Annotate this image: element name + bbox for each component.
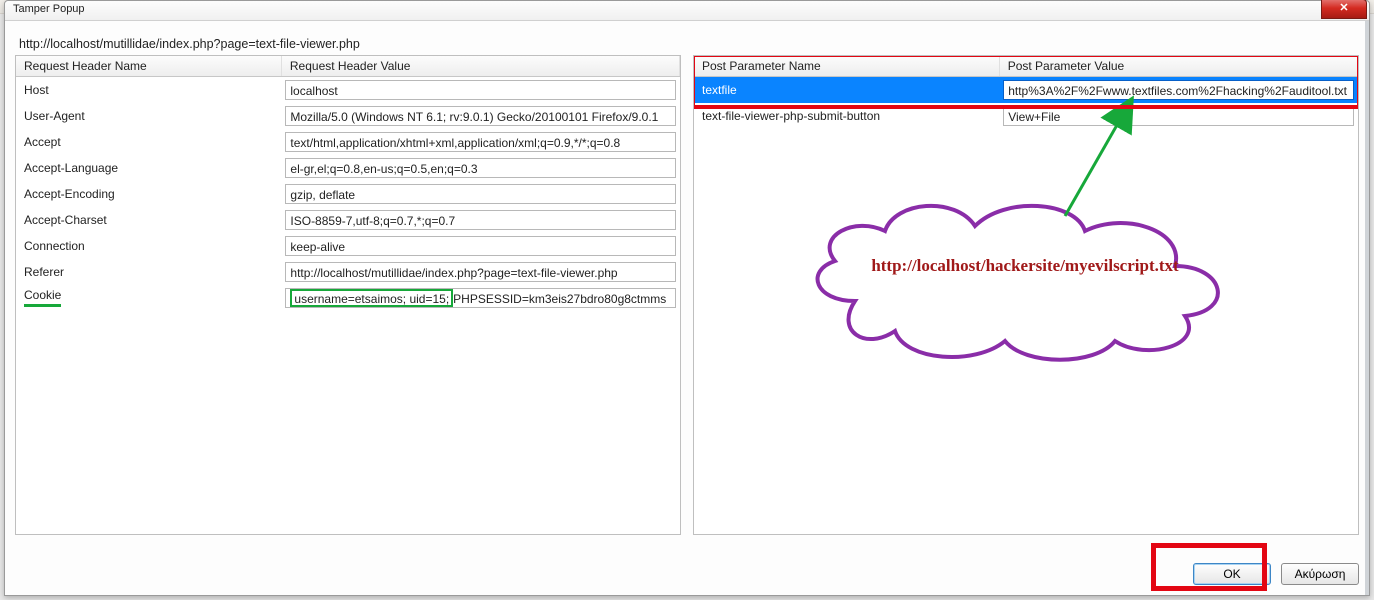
request-url: http://localhost/mutillidae/index.php?pa… — [19, 37, 1359, 51]
header-value-input[interactable]: keep-alive — [285, 236, 675, 256]
table-row[interactable]: Accepttext/html,application/xhtml+xml,ap… — [16, 129, 680, 155]
header-value-input[interactable]: http://localhost/mutillidae/index.php?pa… — [285, 262, 675, 282]
tables-columns: Request Header Name Request Header Value… — [15, 55, 1359, 535]
header-name: Accept-Encoding — [16, 181, 281, 207]
header-name: User-Agent — [16, 103, 281, 129]
post-value-input[interactable]: http%3A%2F%2Fwww.textfiles.com%2Fhacking… — [1003, 80, 1353, 100]
table-row[interactable]: User-AgentMozilla/5.0 (Windows NT 6.1; r… — [16, 103, 680, 129]
cookie-rest-segment: PHPSESSID=km3eis27bdro80g8ctmms — [453, 291, 666, 305]
header-value-input[interactable]: gzip, deflate — [285, 184, 675, 204]
post-value-column[interactable]: Post Parameter Value — [999, 56, 1357, 77]
header-name: Accept — [16, 129, 281, 155]
header-name: Accept-Language — [16, 155, 281, 181]
dialog-button-row: OK Ακύρωση — [1193, 563, 1359, 585]
header-value-input[interactable]: localhost — [285, 80, 675, 100]
table-row[interactable]: Accept-Encodinggzip, deflate — [16, 181, 680, 207]
header-value-input[interactable]: Mozilla/5.0 (Windows NT 6.1; rv:9.0.1) G… — [285, 106, 675, 126]
table-row[interactable]: Hostlocalhost — [16, 77, 680, 103]
table-row[interactable]: Accept-Languageel-gr,el;q=0.8,en-us;q=0.… — [16, 155, 680, 181]
dialog-content: http://localhost/mutillidae/index.php?pa… — [15, 31, 1359, 585]
window-right-edge — [1365, 21, 1369, 595]
table-row[interactable]: text-file-viewer-php-submit-button View+… — [694, 103, 1358, 129]
request-headers-pane: Request Header Name Request Header Value… — [15, 55, 681, 535]
cancel-button[interactable]: Ακύρωση — [1281, 563, 1359, 585]
header-name: Accept-Charset — [16, 207, 281, 233]
header-name-column[interactable]: Request Header Name — [16, 56, 281, 77]
post-parameters-table: Post Parameter Name Post Parameter Value… — [694, 56, 1358, 129]
header-name-cookie: Cookie — [24, 288, 61, 307]
post-name: text-file-viewer-php-submit-button — [694, 103, 999, 129]
post-value-input[interactable]: View+File — [1003, 106, 1353, 126]
ok-button[interactable]: OK — [1193, 563, 1271, 585]
close-button[interactable]: ✕ — [1321, 0, 1367, 19]
header-value-input[interactable]: username=etsaimos; uid=15; PHPSESSID=km3… — [285, 288, 675, 308]
close-icon: ✕ — [1339, 2, 1348, 14]
header-value-input[interactable]: text/html,application/xhtml+xml,applicat… — [285, 132, 675, 152]
request-headers-table: Request Header Name Request Header Value… — [16, 56, 680, 311]
header-name: Connection — [16, 233, 281, 259]
post-name-column[interactable]: Post Parameter Name — [694, 56, 999, 77]
table-row[interactable]: Refererhttp://localhost/mutillidae/index… — [16, 259, 680, 285]
header-name: Host — [16, 77, 281, 103]
header-value-column[interactable]: Request Header Value — [281, 56, 679, 77]
tamper-popup-window: Tamper Popup ✕ http://localhost/mutillid… — [4, 0, 1370, 596]
table-row-selected[interactable]: textfile http%3A%2F%2Fwww.textfiles.com%… — [694, 77, 1358, 103]
window-title: Tamper Popup — [13, 3, 85, 15]
cookie-highlighted-segment: username=etsaimos; uid=15; — [290, 289, 453, 307]
header-name: Referer — [16, 259, 281, 285]
table-row[interactable]: Connectionkeep-alive — [16, 233, 680, 259]
header-value-input[interactable]: el-gr,el;q=0.8,en-us;q=0.5,en;q=0.3 — [285, 158, 675, 178]
header-value-input[interactable]: ISO-8859-7,utf-8;q=0.7,*;q=0.7 — [285, 210, 675, 230]
table-row[interactable]: Accept-CharsetISO-8859-7,utf-8;q=0.7,*;q… — [16, 207, 680, 233]
post-name: textfile — [694, 77, 999, 103]
post-parameters-pane: Post Parameter Name Post Parameter Value… — [693, 55, 1359, 535]
table-row-cookie[interactable]: Cookie username=etsaimos; uid=15; PHPSES… — [16, 285, 680, 311]
titlebar: Tamper Popup ✕ — [5, 1, 1369, 21]
